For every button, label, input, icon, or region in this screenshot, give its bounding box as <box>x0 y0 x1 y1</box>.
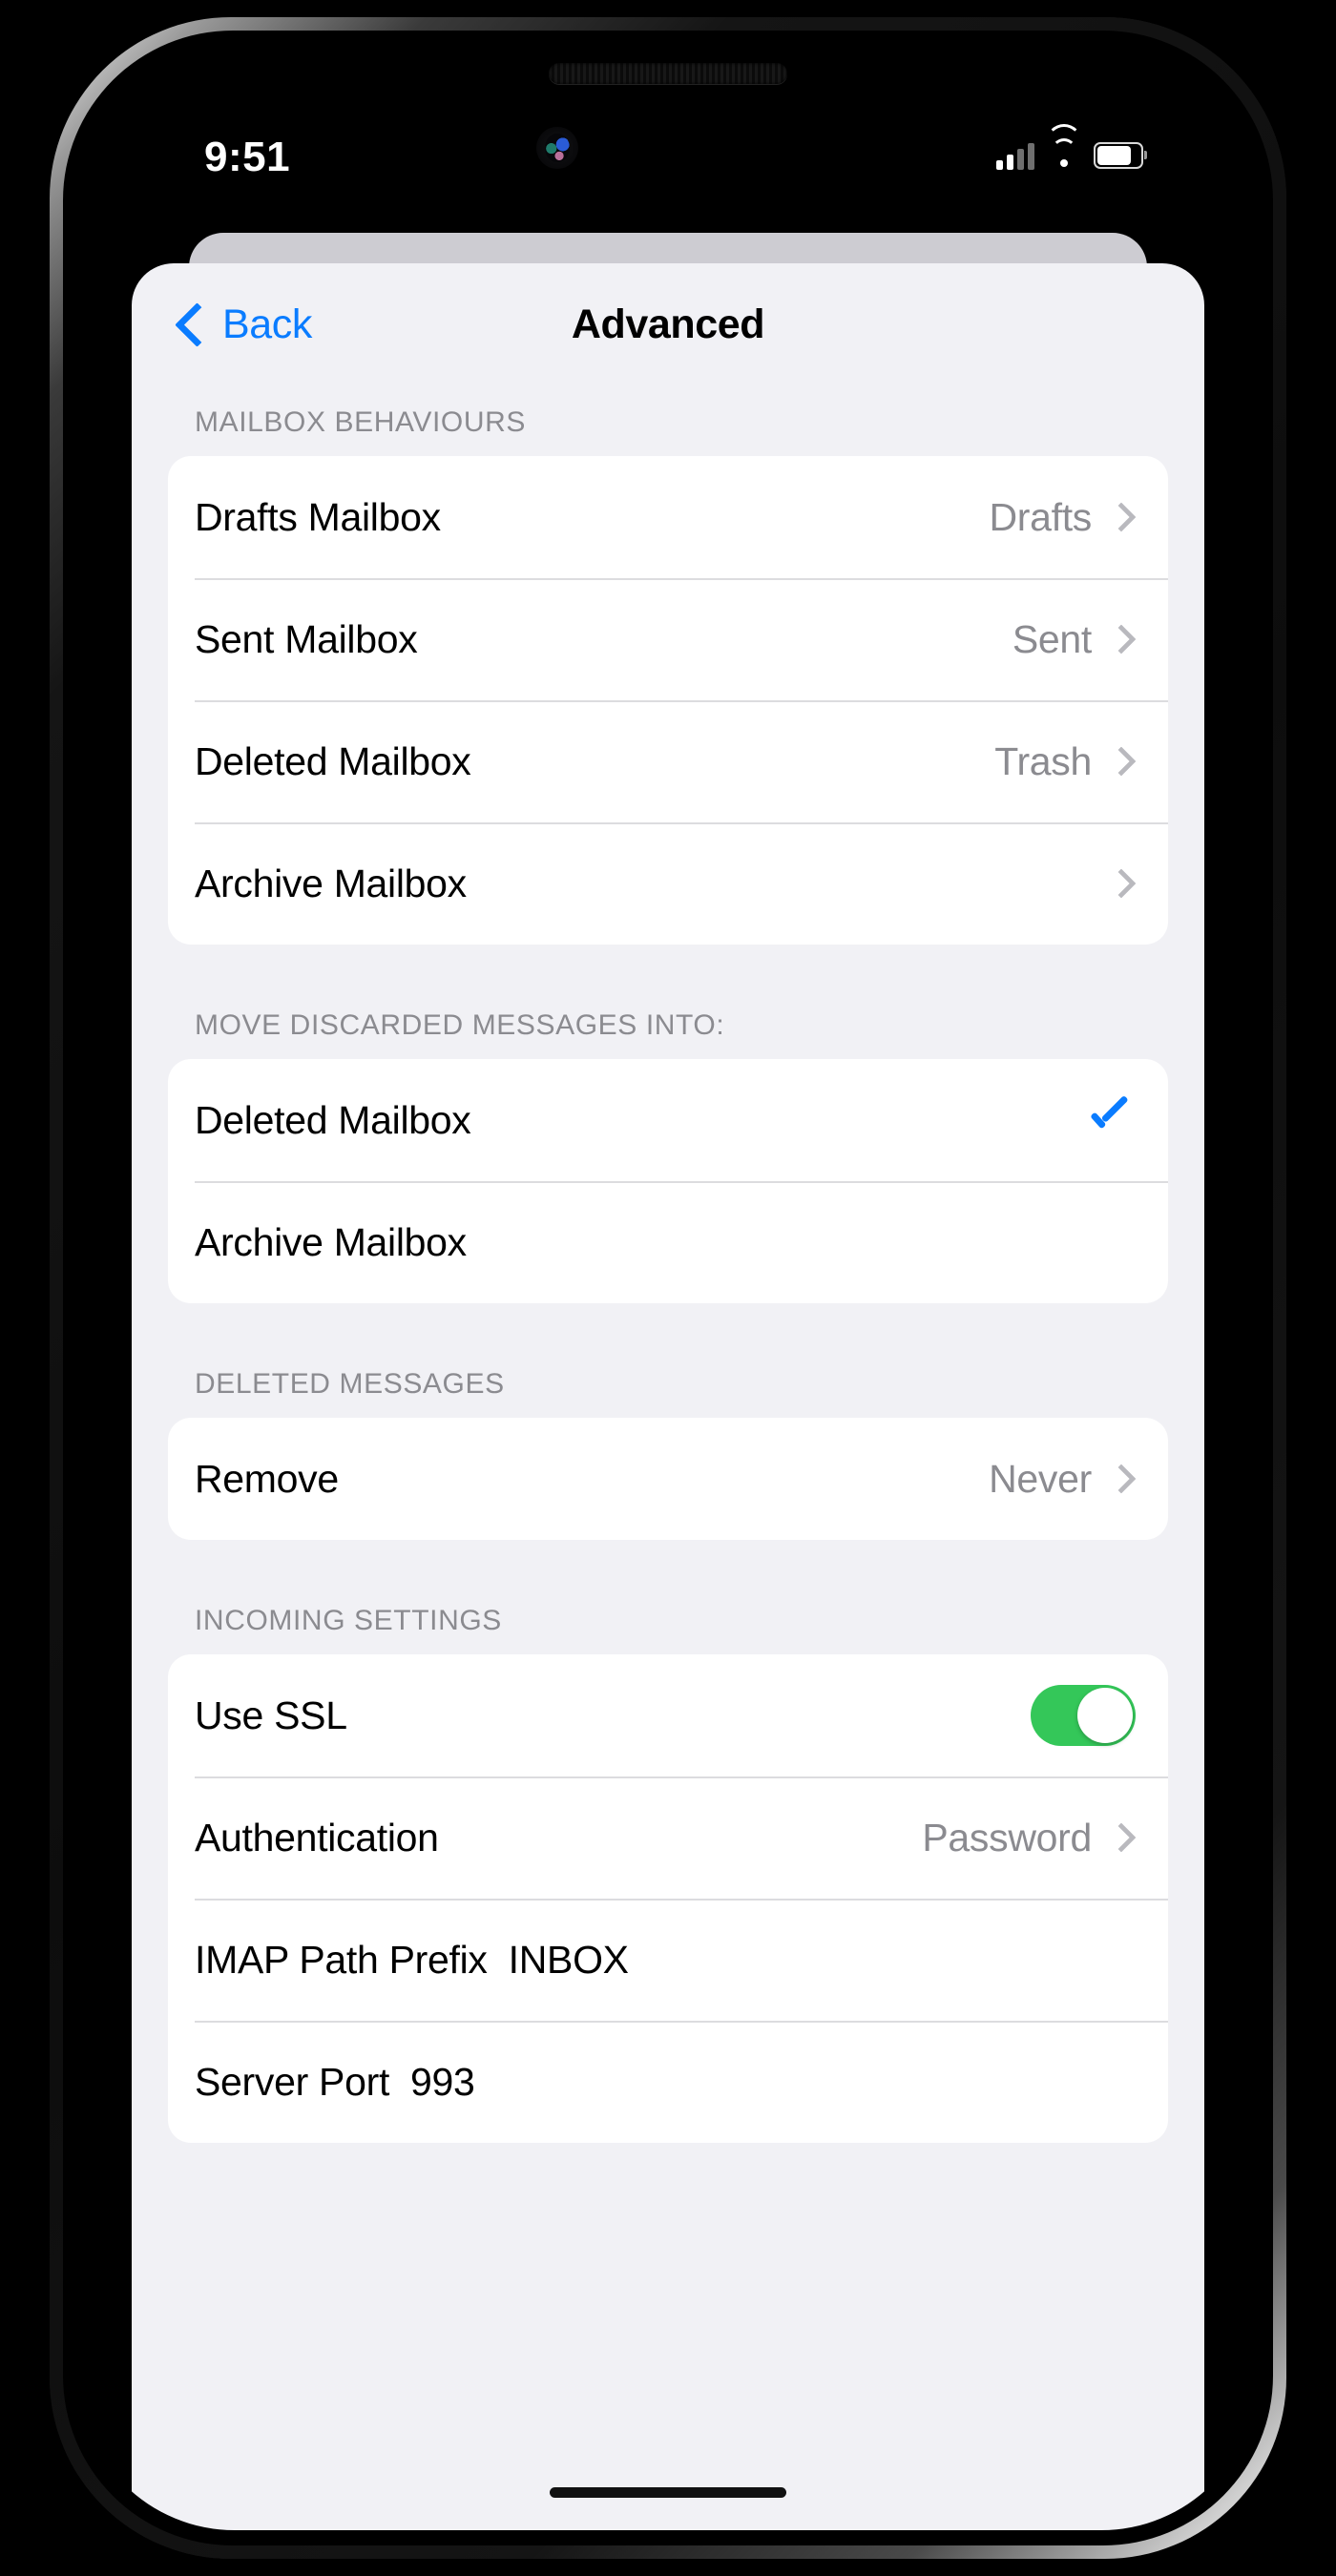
row-label: Remove <box>195 1456 339 1501</box>
home-indicator[interactable] <box>550 2487 786 2498</box>
row-label: Server Port <box>195 2059 390 2104</box>
row-accessory <box>1086 1098 1136 1142</box>
table-row[interactable]: Server Port 993 <box>168 2021 1168 2143</box>
table-row[interactable]: Archive Mailbox <box>168 822 1168 945</box>
status-bar-icons <box>996 124 1147 170</box>
row-value: Trash <box>994 738 1092 783</box>
row-value: Sent <box>1012 616 1092 661</box>
use-ssl-toggle[interactable] <box>1031 1685 1136 1746</box>
earpiece-speaker <box>549 63 787 84</box>
section-header: MOVE DISCARDED MESSAGES INTO: <box>195 1009 725 1041</box>
chevron-right-icon <box>1106 624 1137 654</box>
row-value: Drafts <box>989 494 1092 539</box>
table-row[interactable]: Use SSL <box>168 1654 1168 1776</box>
page-title: Advanced <box>571 301 765 347</box>
row-label: Drafts Mailbox <box>195 494 441 539</box>
table-row[interactable]: Deleted Mailbox Trash <box>168 700 1168 822</box>
row-accessory: Drafts <box>989 494 1137 540</box>
table-row[interactable]: IMAP Path Prefix INBOX <box>168 1899 1168 2021</box>
device-screen: 9:51 Back Advanced MAILBOX BEHAVIOURS Dr… <box>78 46 1258 2530</box>
table-row[interactable]: Archive Mailbox <box>168 1181 1168 1303</box>
row-label: Archive Mailbox <box>195 1219 467 1264</box>
row-inline-value[interactable]: 993 <box>410 2060 475 2105</box>
advanced-settings-sheet: Back Advanced MAILBOX BEHAVIOURS Drafts M… <box>132 263 1204 2530</box>
navigation-bar: Back Advanced <box>132 263 1204 406</box>
settings-group: Drafts Mailbox Drafts Sent Mailbox Sent Dele… <box>168 456 1168 945</box>
chevron-right-icon <box>1106 502 1137 532</box>
table-row[interactable]: Remove Never <box>168 1418 1168 1540</box>
chevron-right-icon <box>1106 1464 1137 1494</box>
row-accessory: Sent <box>1012 616 1137 662</box>
chevron-right-icon <box>1106 746 1137 777</box>
iphone-device-frame: 9:51 Back Advanced MAILBOX BEHAVIOURS Dr… <box>50 17 1286 2559</box>
row-label: Sent Mailbox <box>195 616 418 661</box>
settings-group: Remove Never <box>168 1418 1168 1540</box>
row-inline-value[interactable]: INBOX <box>509 1938 629 1983</box>
row-label: Authentication <box>195 1815 439 1859</box>
row-label: Deleted Mailbox <box>195 738 471 783</box>
table-row[interactable]: Drafts Mailbox Drafts <box>168 456 1168 578</box>
section-header: INCOMING SETTINGS <box>195 1605 502 1636</box>
battery-icon <box>1094 142 1147 169</box>
checkmark-icon <box>1086 1098 1130 1142</box>
row-label: Archive Mailbox <box>195 861 467 905</box>
table-row[interactable]: Deleted Mailbox <box>168 1059 1168 1181</box>
chevron-right-icon <box>1106 868 1137 899</box>
row-value: Never <box>989 1456 1092 1501</box>
cellular-signal-icon <box>996 141 1034 170</box>
row-accessory: Never <box>989 1456 1137 1502</box>
row-accessory <box>1106 868 1137 899</box>
settings-list: MAILBOX BEHAVIOURS Drafts Mailbox Drafts Se… <box>132 406 1204 2530</box>
table-row[interactable]: Authentication Password <box>168 1776 1168 1899</box>
row-accessory: Password <box>922 1815 1137 1860</box>
row-accessory <box>1031 1685 1136 1746</box>
row-value: Password <box>922 1815 1092 1859</box>
section-header: DELETED MESSAGES <box>195 1368 505 1400</box>
status-bar: 9:51 <box>78 124 1258 191</box>
settings-group: Deleted Mailbox Archive Mailbox <box>168 1059 1168 1303</box>
settings-group: Use SSL Authentication Password IMAP Path P… <box>168 1654 1168 2143</box>
chevron-right-icon <box>1106 1822 1137 1853</box>
wifi-icon <box>1046 124 1082 168</box>
row-label: Deleted Mailbox <box>195 1097 471 1142</box>
row-accessory: Trash <box>994 738 1137 784</box>
table-row[interactable]: Sent Mailbox Sent <box>168 578 1168 700</box>
row-label: Use SSL <box>195 1693 347 1737</box>
row-label: IMAP Path Prefix <box>195 1937 488 1982</box>
screenshot-stage: 9:51 Back Advanced MAILBOX BEHAVIOURS Dr… <box>0 0 1336 2576</box>
status-bar-time: 9:51 <box>204 134 291 180</box>
section-header: MAILBOX BEHAVIOURS <box>195 406 526 438</box>
